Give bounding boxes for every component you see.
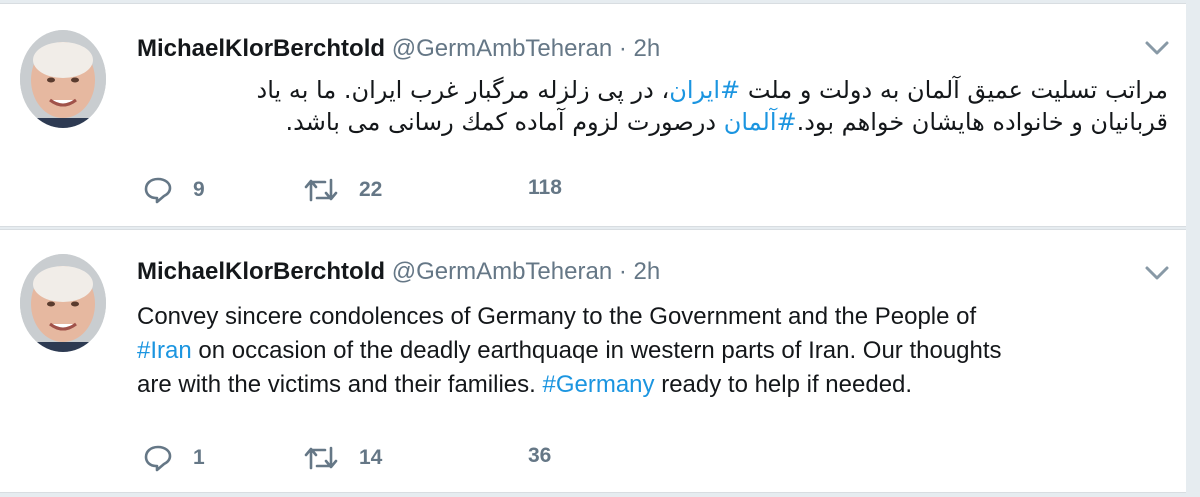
speech-bubble-icon	[143, 444, 173, 472]
author-name[interactable]: MichaelKlorBerchtold	[137, 258, 385, 285]
reply-button[interactable]: 9	[143, 176, 205, 204]
hashtag-link[interactable]: #ایران	[669, 76, 740, 104]
tweet-text: Convey sincere condolences of Germany to…	[137, 300, 1177, 402]
like-button[interactable]: 118	[528, 176, 562, 200]
retweet-arrows-icon	[303, 176, 339, 204]
retweet-button[interactable]: 22	[303, 176, 382, 204]
tweet-feed: MichaelKlorBerchtold @GermAmbTeheran · 2…	[0, 0, 1200, 497]
tweet-text-line: #Iran on occasion of the deadly earthqua…	[137, 334, 1177, 368]
tweet-text-line: are with the victims and their families.…	[137, 368, 1177, 402]
hashtag-link[interactable]: #Iran	[137, 337, 192, 364]
retweet-button[interactable]: 14	[303, 444, 382, 472]
speech-bubble-icon	[143, 176, 173, 204]
author-handle[interactable]: @GermAmbTeheran	[392, 258, 612, 285]
like-count: 36	[528, 444, 552, 467]
author-handle[interactable]: @GermAmbTeheran	[392, 35, 612, 62]
separator-dot: ·	[618, 258, 627, 285]
tweet-time[interactable]: 2h	[634, 258, 661, 285]
retweet-arrows-icon	[303, 444, 339, 472]
reply-count: 1	[193, 446, 205, 469]
author-name[interactable]: MichaelKlorBerchtold	[137, 35, 385, 62]
text-segment: on occasion of the deadly earthquaqe in …	[191, 337, 1002, 364]
retweet-count: 22	[359, 178, 383, 201]
chevron-down-icon[interactable]	[1144, 263, 1170, 283]
like-button[interactable]: 36	[528, 444, 551, 468]
tweet[interactable]: MichaelKlorBerchtold @GermAmbTeheran · 2…	[0, 229, 1186, 493]
text-segment: ، در پی زلزله مرگبار غرب ایران. ما به یا…	[256, 76, 670, 104]
retweet-count: 14	[359, 446, 383, 469]
tweet[interactable]: MichaelKlorBerchtold @GermAmbTeheran · 2…	[0, 3, 1186, 227]
chevron-down-icon[interactable]	[1144, 38, 1170, 58]
text-segment: درصورت لزوم آماده کمك رسانی می باشد.	[285, 108, 724, 136]
separator-dot: ·	[618, 35, 627, 62]
text-segment: قربانیان و خانواده هایشان خواهم بود.	[796, 108, 1168, 136]
tweet-text: مراتب تسلیت عمیق آلمان به دولت و ملت #ای…	[140, 74, 1168, 138]
avatar[interactable]	[20, 254, 106, 352]
like-count: 118	[528, 176, 562, 199]
hashtag-link[interactable]: #آلمان	[724, 108, 797, 136]
avatar[interactable]	[20, 30, 106, 128]
text-segment: ready to help if needed.	[654, 371, 913, 398]
text-segment: Convey sincere condolences of Germany to…	[137, 303, 977, 330]
hashtag-link[interactable]: #Germany	[542, 371, 654, 398]
tweet-header: MichaelKlorBerchtold @GermAmbTeheran · 2…	[137, 35, 660, 63]
tweet-text-line: Convey sincere condolences of Germany to…	[137, 300, 1177, 334]
text-segment: مراتب تسلیت عمیق آلمان به دولت و ملت	[740, 76, 1168, 104]
reply-count: 9	[193, 178, 205, 201]
text-segment: are with the victims and their families.	[137, 371, 543, 398]
reply-button[interactable]: 1	[143, 444, 205, 472]
tweet-text-line: قربانیان و خانواده هایشان خواهم بود.#آلم…	[140, 106, 1168, 138]
tweet-header: MichaelKlorBerchtold @GermAmbTeheran · 2…	[137, 258, 660, 286]
tweet-text-line: مراتب تسلیت عمیق آلمان به دولت و ملت #ای…	[140, 74, 1168, 106]
tweet-time[interactable]: 2h	[634, 35, 661, 62]
